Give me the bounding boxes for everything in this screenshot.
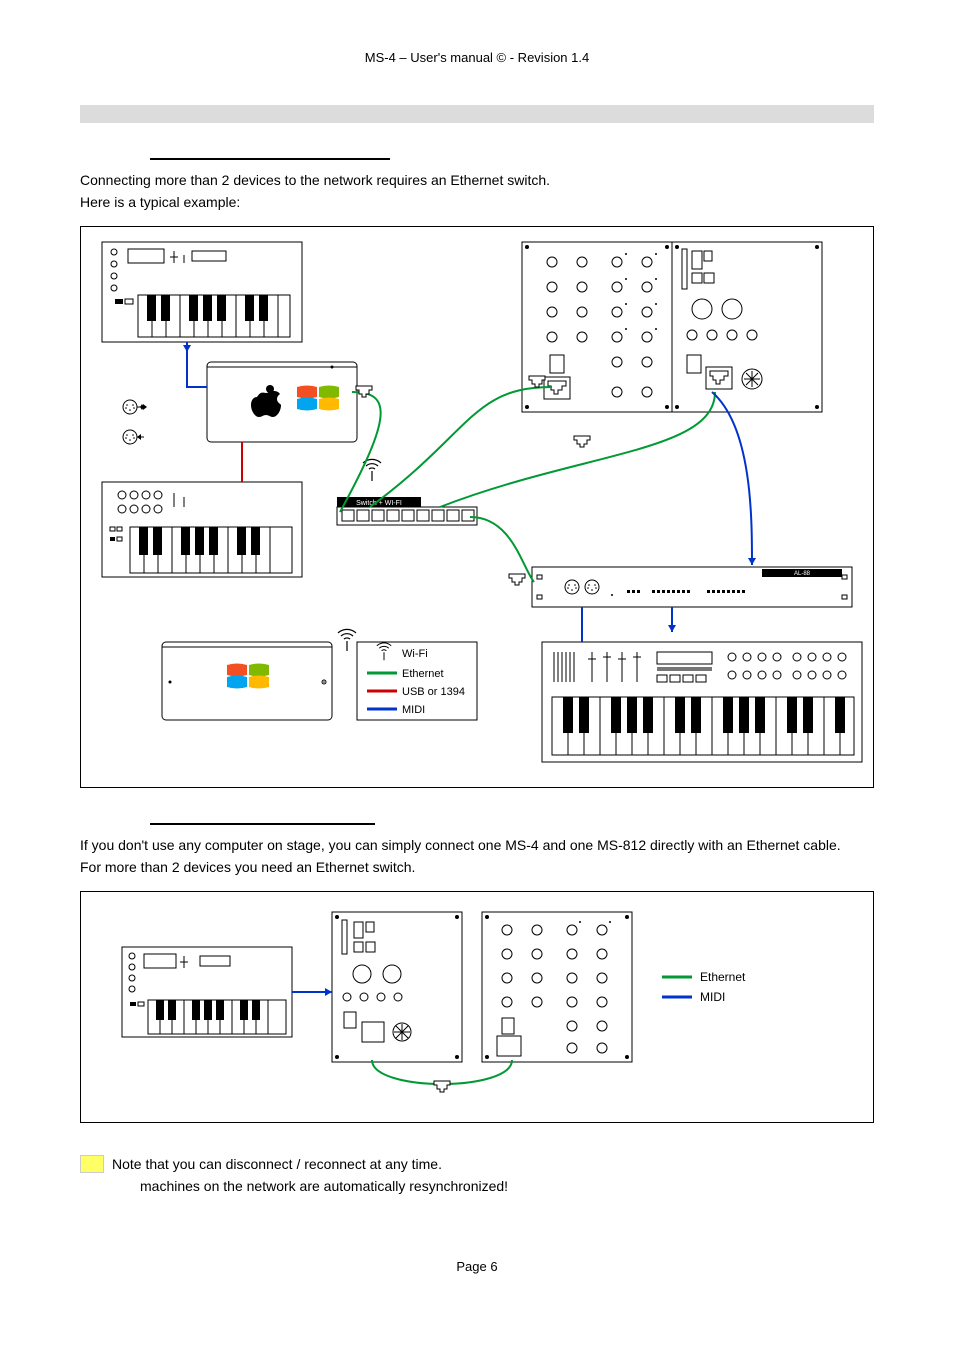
page-header: MS-4 – User's manual © - Revision 1.4 [80, 50, 874, 65]
laptop-mac [207, 362, 357, 442]
note-highlight-icon [80, 1155, 104, 1173]
network-switch: Switch + WI-FI [337, 460, 477, 526]
note-text-1: Note that you can disconnect / reconnect… [112, 1155, 508, 1175]
section2-text1: If you don't use any computer on stage, … [80, 836, 874, 856]
synth-ms4-bottom [102, 482, 302, 577]
rack-module-ms812 [522, 242, 822, 412]
controller-keyboard [542, 642, 862, 762]
svg-text:MIDI: MIDI [402, 704, 425, 716]
legend-d2: Ethernet MIDI [662, 970, 746, 1004]
svg-text:MIDI: MIDI [700, 990, 725, 1004]
section-underline-1 [150, 158, 390, 160]
page-number: Page 6 [80, 1259, 874, 1274]
al88-module: AL-88 [532, 567, 852, 607]
section2-text2: For more than 2 devices you need an Ethe… [80, 858, 874, 878]
svg-text:USB or 1394: USB or 1394 [402, 686, 465, 698]
svg-text:AL-88: AL-88 [794, 571, 811, 577]
midi-out-icon [123, 400, 147, 414]
midi-in-icon [123, 430, 144, 444]
section1-text2: Here is a typical example: [80, 193, 874, 213]
section1-text1: Connecting more than 2 devices to the ne… [80, 171, 874, 191]
module-ms812-d2-right [332, 912, 462, 1062]
grey-separator [80, 105, 874, 123]
laptop-windows [162, 630, 356, 721]
note-text-2: machines on the network are automaticall… [140, 1177, 508, 1197]
svg-text:Ethernet: Ethernet [402, 668, 444, 680]
synth-ms4-top [102, 242, 302, 342]
network-diagram-large: Switch + WI-FI [80, 226, 874, 788]
network-diagram-small: Ethernet MIDI [80, 891, 874, 1123]
legend: Wi-Fi Ethernet USB or 1394 MIDI [357, 642, 477, 720]
section-underline-2 [150, 823, 375, 825]
synth-ms4-d2 [122, 947, 292, 1037]
svg-text:Ethernet: Ethernet [700, 970, 746, 984]
svg-text:Wi-Fi: Wi-Fi [402, 648, 428, 660]
module-knobs-d2 [482, 912, 632, 1062]
